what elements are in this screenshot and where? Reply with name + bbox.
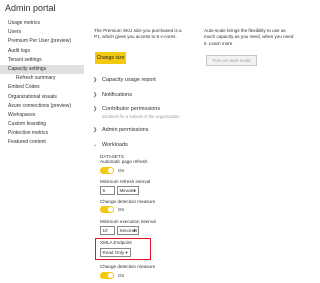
toggle-knob (108, 207, 113, 212)
sidebar-item-audit-logs[interactable]: Audit logs (0, 47, 84, 56)
chevron-down-icon: ▼ (124, 250, 129, 255)
section-label: Workloads (102, 142, 128, 148)
auto-refresh-label: Automatic page refresh (100, 159, 148, 164)
xmla-endpoint-label: XMLA Endpoint (100, 240, 132, 245)
section-label: Capacity usage report (102, 77, 156, 83)
sidebar-item-capacity-settings[interactable]: Capacity settings (0, 64, 84, 75)
sidebar-item-organizational-visuals[interactable]: Organizational visuals (0, 93, 84, 102)
select-value: Read Only (102, 250, 125, 255)
min-refresh-label: Minimum refresh interval (100, 179, 151, 184)
contributor-hint: Enabled for a subset of the organization (102, 114, 180, 119)
sidebar-item-embed-codes[interactable]: Embed Codes (0, 83, 84, 92)
sidebar-item-tenant-settings[interactable]: Tenant settings (0, 56, 84, 65)
section-label: Admin permissions (102, 127, 149, 133)
min-refresh-unit-select[interactable]: Minutes ▼ (117, 186, 139, 195)
min-exec-label: Minimum execution interval (100, 219, 156, 224)
auto-refresh-toggle[interactable] (100, 167, 114, 174)
chevron-right-icon: ❯ (93, 106, 98, 112)
section-workloads[interactable]: ⌄ Workloads (93, 140, 128, 150)
sidebar-item-premium-per-user[interactable]: Premium Per User (preview) (0, 37, 84, 46)
min-exec-input[interactable]: 10 (100, 226, 115, 235)
sidebar-item-custom-branding[interactable]: Custom branding (0, 120, 84, 129)
autoscale-description: Auto-scale brings the flexibility to use… (204, 28, 294, 46)
sidebar-item-featured-content[interactable]: Featured content (0, 138, 84, 147)
change-detection-label-2: Change detection measure (100, 264, 156, 269)
chevron-down-icon: ▼ (132, 228, 137, 233)
section-label: Notifications (102, 92, 132, 98)
premium-description: The Premium SKU size you purchased is a … (94, 28, 182, 40)
sidebar-item-usage-metrics[interactable]: Usage metrics (0, 19, 84, 28)
section-contributor-permissions[interactable]: ❯ Contributor permissions (93, 104, 160, 114)
change-size-button[interactable]: Change size (95, 52, 126, 64)
min-refresh-input[interactable]: 5 (100, 186, 115, 195)
chevron-right-icon: ❯ (93, 127, 98, 133)
sidebar-item-refresh-summary[interactable]: Refresh summary (0, 74, 84, 83)
toggle-knob (108, 273, 113, 278)
turn-on-autoscale-button[interactable]: Turn on auto-scale (206, 55, 257, 66)
page-title: Admin portal (5, 3, 56, 13)
chevron-right-icon: ❯ (93, 92, 98, 98)
change-detection-state-2: On (118, 273, 125, 278)
sidebar-item-workspaces[interactable]: Workspaces (0, 111, 84, 120)
chevron-right-icon: ❯ (93, 77, 98, 83)
change-detection-toggle[interactable] (100, 206, 114, 213)
change-detection-state: On (118, 207, 125, 212)
auto-refresh-state: On (118, 168, 125, 173)
toggle-knob (108, 168, 113, 173)
section-notifications[interactable]: ❯ Notifications (93, 90, 132, 100)
min-exec-unit-select[interactable]: Seconds ▼ (117, 226, 139, 235)
chevron-down-icon: ⌄ (93, 142, 98, 148)
section-capacity-usage-report[interactable]: ❯ Capacity usage report (93, 75, 156, 85)
sidebar: Usage metrics Users Premium Per User (pr… (0, 19, 84, 283)
change-detection-label: Change detection measure (100, 199, 156, 204)
sidebar-item-protection-metrics[interactable]: Protection metrics (0, 129, 84, 138)
section-label: Contributor permissions (102, 106, 161, 112)
xmla-endpoint-select[interactable]: Read Only ▼ (100, 248, 131, 257)
chevron-down-icon: ▼ (132, 188, 137, 193)
change-detection-toggle-2[interactable] (100, 272, 114, 279)
main-content: The Premium SKU size you purchased is a … (84, 0, 300, 283)
sidebar-item-users[interactable]: Users (0, 28, 84, 37)
section-admin-permissions[interactable]: ❯ Admin permissions (93, 125, 148, 135)
sidebar-item-azure-connections[interactable]: Azure connections (preview) (0, 102, 84, 111)
